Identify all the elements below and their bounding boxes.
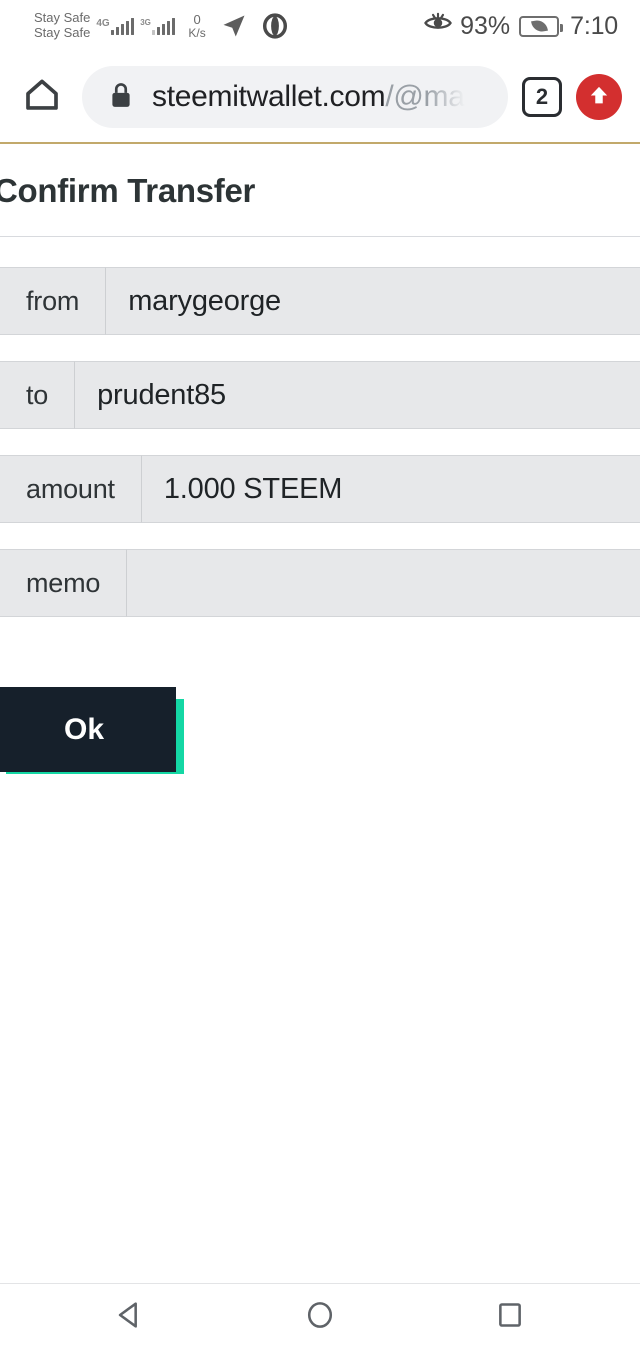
clock-label: 7:10 [570, 11, 618, 40]
confirm-button-area: Ok [0, 677, 640, 797]
row-label-from: from [0, 267, 107, 335]
power-saving-leaf-icon [530, 18, 548, 34]
signal-primary: 4G [96, 17, 135, 35]
opera-icon [262, 13, 288, 39]
nav-recents-button[interactable] [480, 1288, 540, 1348]
url-path: /@ma [385, 80, 465, 113]
carrier-primary-label: Stay Safe [34, 10, 91, 26]
back-triangle-icon [113, 1298, 147, 1337]
tab-count-label: 2 [535, 84, 549, 109]
row-value-from: marygeorge [106, 267, 640, 335]
table-row: memo [0, 549, 640, 617]
status-bar: Stay Safe Stay Safe 4G 3G 0 K/s 93% 7:10 [0, 0, 640, 52]
tab-counter-button[interactable]: 2 [522, 77, 562, 117]
home-button[interactable] [16, 71, 68, 123]
network-type-secondary-label: 3G [140, 17, 151, 27]
lock-icon [108, 81, 134, 114]
transfer-details-table: from marygeorge to prudent85 amount 1.00… [0, 267, 640, 617]
upload-arrow-icon [585, 81, 613, 114]
status-bar-left: Stay Safe Stay Safe 4G 3G 0 K/s [34, 11, 288, 40]
battery-icon [519, 15, 564, 37]
row-value-amount: 1.000 STEEM [141, 455, 640, 523]
row-value-to: prudent85 [75, 361, 640, 429]
browser-toolbar: steemitwallet.com/@ma 2 [0, 52, 640, 142]
row-label-amount: amount [0, 455, 142, 523]
table-row: to prudent85 [0, 361, 640, 429]
home-icon [21, 74, 63, 121]
confirm-ok-button[interactable]: Ok [0, 687, 176, 772]
page-content: Confirm Transfer from marygeorge to prud… [0, 144, 640, 797]
row-value-memo [127, 549, 640, 617]
battery-percent-label: 93% [460, 11, 511, 40]
url-text: steemitwallet.com/@ma [152, 80, 465, 114]
row-label-to: to [0, 361, 76, 429]
page-title: Confirm Transfer [0, 172, 256, 209]
title-divider [0, 236, 640, 237]
nav-back-button[interactable] [100, 1288, 160, 1348]
address-bar[interactable]: steemitwallet.com/@ma [82, 66, 508, 128]
table-row: amount 1.000 STEEM [0, 455, 640, 523]
carrier-labels: Stay Safe Stay Safe [34, 11, 90, 40]
signal-bars-primary-icon [110, 17, 135, 35]
android-nav-bar [0, 1283, 640, 1351]
nav-home-button[interactable] [290, 1288, 350, 1348]
status-bar-right: 93% 7:10 [423, 0, 618, 52]
row-label-memo: memo [0, 549, 128, 617]
upload-button[interactable] [576, 74, 622, 120]
signal-bars-secondary-icon [151, 17, 176, 35]
carrier-secondary-label: Stay Safe [34, 25, 91, 40]
signal-secondary: 3G [140, 17, 176, 35]
data-speed-unit: K/s [188, 25, 206, 40]
data-speed-indicator: 0 K/s [188, 13, 205, 39]
network-type-primary-label: 4G [96, 17, 110, 29]
recents-square-icon [493, 1298, 527, 1337]
home-circle-icon [303, 1298, 337, 1337]
url-domain: steemitwallet.com [152, 80, 386, 113]
eye-comfort-icon [423, 8, 453, 44]
data-speed-value: 0 [193, 11, 201, 27]
location-arrow-icon [220, 12, 248, 40]
table-row: from marygeorge [0, 267, 640, 335]
